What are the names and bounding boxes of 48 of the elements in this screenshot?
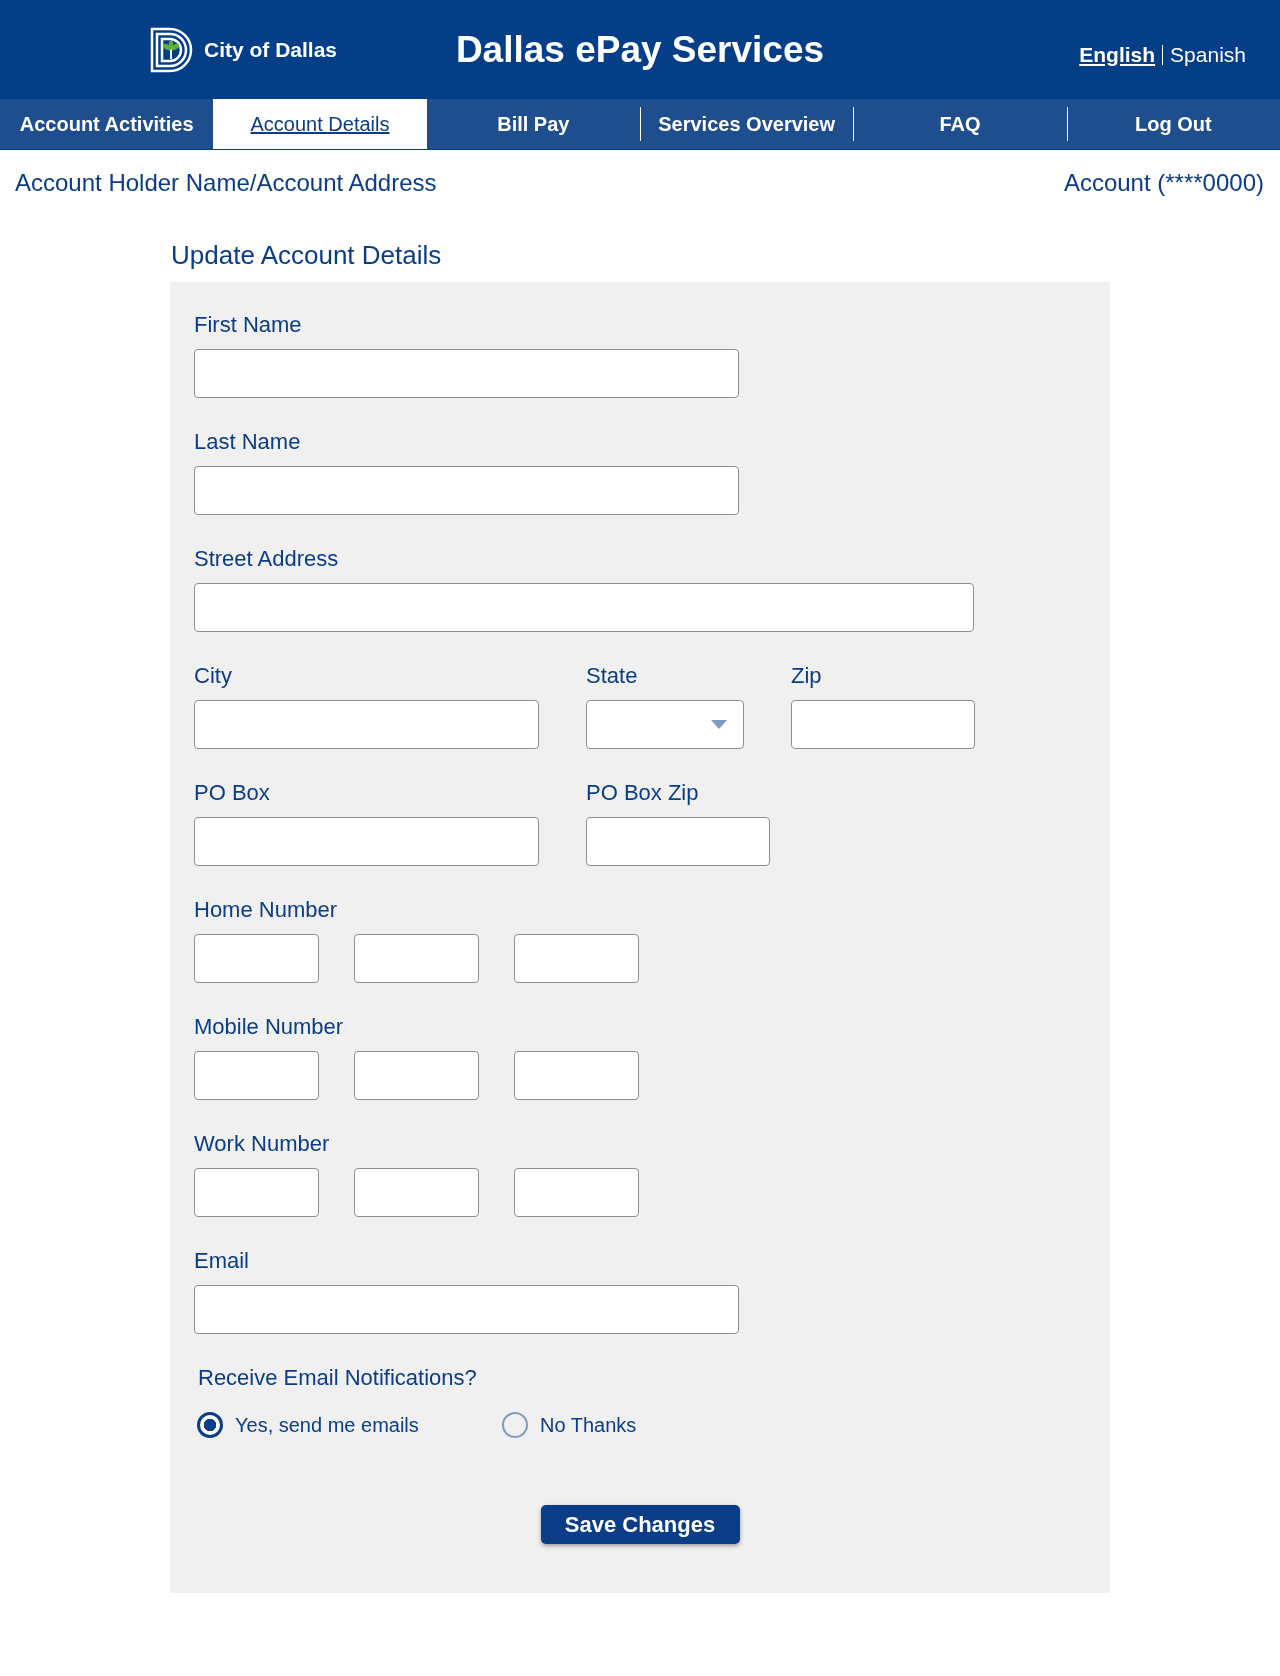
account-number-text: Account (****0000) [1063,168,1264,198]
field-label: Work Number [194,1131,330,1157]
radio-button[interactable] [197,1412,223,1438]
field-label: Zip [791,663,822,689]
nav-tab[interactable]: Bill Pay [426,99,640,149]
field-label: PO Box Zip [586,780,699,806]
email-field[interactable] [194,1285,739,1334]
phone-number-field[interactable] [354,934,479,983]
radio-label: Yes, send me emails [235,1413,419,1438]
nav-tab[interactable]: Account Activities [0,99,214,149]
field-label: Mobile Number [194,1014,344,1040]
field-label: Email [194,1248,249,1274]
site-title: Dallas ePay Services [455,28,825,71]
po-box-zip-field[interactable] [586,817,770,866]
radio-button[interactable] [502,1412,528,1438]
phone-number-field[interactable] [194,1168,319,1217]
notification-question: Receive Email Notifications? [198,1365,477,1391]
save-button[interactable]: Save Changes [540,1505,740,1544]
field-label: Street Address [194,546,339,572]
street-address-field[interactable] [194,583,974,632]
field-label: City [194,663,232,689]
account-holder-text: Account Holder Name/Account Address [15,168,437,198]
phone-number-field[interactable] [354,1168,479,1217]
language-link[interactable]: English [1079,42,1156,67]
radio-label: No Thanks [540,1413,637,1438]
field-label: Home Number [194,897,338,923]
logo-text: City of Dallas [204,37,338,62]
last-name-field[interactable] [194,466,739,515]
form-title: Update Account Details [171,239,442,271]
po-box-field[interactable] [194,817,539,866]
zip-field[interactable] [791,700,975,749]
language-link[interactable]: Spanish [1170,42,1246,67]
state-select[interactable] [586,700,744,749]
field-label: Last Name [194,429,301,455]
caret-icon [711,720,727,729]
field-label: State [586,663,638,689]
phone-number-field[interactable] [354,1051,479,1100]
phone-number-field[interactable] [194,934,319,983]
first-name-field[interactable] [194,349,739,398]
phone-number-field[interactable] [514,934,639,983]
city-field[interactable] [194,700,539,749]
phone-number-field[interactable] [514,1168,639,1217]
phone-number-field[interactable] [514,1051,639,1100]
field-label: First Name [194,312,302,338]
logo-icon [150,26,194,73]
phone-number-field[interactable] [194,1051,319,1100]
nav-tab[interactable]: Account Details [213,99,427,149]
field-label: PO Box [194,780,270,806]
